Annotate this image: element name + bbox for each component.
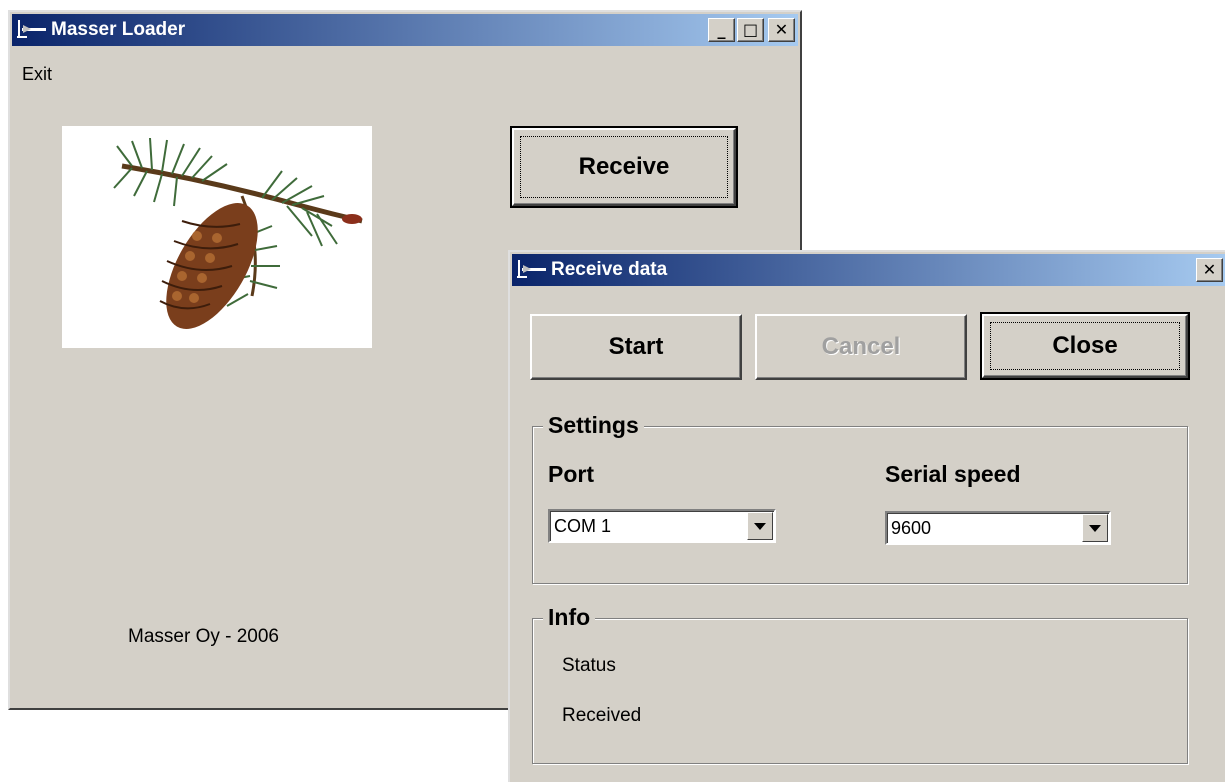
info-group: Info Status Received: [532, 604, 1188, 764]
close-button[interactable]: Close: [980, 312, 1190, 380]
serial-speed-select[interactable]: 9600: [885, 511, 1111, 545]
start-button[interactable]: Start: [530, 314, 742, 380]
close-button[interactable]: ✕: [768, 18, 795, 42]
menu-item-exit[interactable]: Exit: [22, 64, 52, 85]
status-label: Status: [562, 655, 616, 676]
chevron-down-icon[interactable]: [747, 512, 773, 540]
received-label: Received: [562, 705, 642, 726]
pine-cone-image: [62, 126, 372, 348]
dialog-title: Receive data: [551, 259, 668, 280]
cancel-button[interactable]: Cancel: [755, 314, 967, 380]
settings-group-label: Settings: [543, 412, 644, 439]
serial-speed-select-value: 9600: [891, 518, 932, 538]
pine-cone-branch-image: [113, 137, 363, 329]
port-label: Port: [548, 461, 594, 487]
main-title-bar[interactable]: Masser Loader _ □ ✕: [12, 14, 798, 46]
port-select[interactable]: COM 1: [548, 509, 776, 543]
copyright-text: Masser Oy - 2006: [128, 626, 279, 647]
chevron-down-icon[interactable]: [1082, 514, 1108, 542]
dialog-title-bar[interactable]: Receive data ✕: [512, 254, 1225, 286]
settings-group: Settings Port Serial speed COM 1 9600: [532, 412, 1188, 584]
dialog-caption-buttons: ✕: [1196, 258, 1223, 282]
receive-data-dialog: Receive data ✕ Start Cancel Close Settin…: [508, 250, 1225, 782]
minimize-button[interactable]: _: [708, 18, 735, 42]
main-caption-buttons: _ □ ✕: [708, 18, 795, 42]
app-icon: [517, 260, 546, 278]
app-icon: [17, 20, 46, 38]
port-select-value: COM 1: [554, 516, 612, 536]
serial-speed-label: Serial speed: [885, 461, 1021, 487]
receive-button[interactable]: Receive: [510, 126, 738, 208]
main-window-title: Masser Loader: [51, 19, 186, 40]
dialog-close-icon[interactable]: ✕: [1196, 258, 1223, 282]
maximize-button[interactable]: □: [737, 18, 764, 42]
info-group-label: Info: [543, 604, 596, 631]
